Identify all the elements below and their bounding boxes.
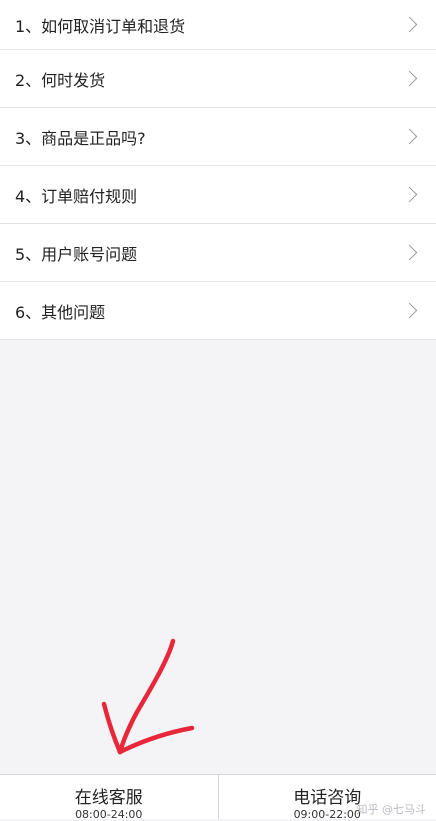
faq-item-label: 6、其他问题 [15,299,436,323]
faq-item-compensation-rules[interactable]: 4、订单赔付规则 [0,166,436,224]
arrow-shaft [120,641,173,752]
arrow-head-right [120,728,192,752]
faq-item-cancel-order-return[interactable]: 1、如何取消订单和退货 [0,0,436,50]
online-service-title: 在线客服 [0,788,218,808]
faq-item-shipping-time[interactable]: 2、何时发货 [0,50,436,108]
faq-item-label: 2、何时发货 [15,67,436,91]
faq-item-label: 5、用户账号问题 [15,241,436,265]
faq-item-label: 3、商品是正品吗? [15,125,436,149]
online-customer-service-button[interactable]: 在线客服 08:00-24:00 [0,775,218,819]
faq-item-label: 1、如何取消订单和退货 [15,13,436,37]
faq-item-other-issues[interactable]: 6、其他问题 [0,282,436,340]
faq-list: 1、如何取消订单和退货 2、何时发货 3、商品是正品吗? 4、订单赔付规则 5、… [0,0,436,340]
watermark: 知乎 @七马斗 [357,801,427,817]
arrow-head-left [104,704,120,752]
faq-item-account-issues[interactable]: 5、用户账号问题 [0,224,436,282]
faq-item-authenticity[interactable]: 3、商品是正品吗? [0,108,436,166]
faq-item-label: 4、订单赔付规则 [15,183,436,207]
online-service-hours: 08:00-24:00 [0,808,218,821]
